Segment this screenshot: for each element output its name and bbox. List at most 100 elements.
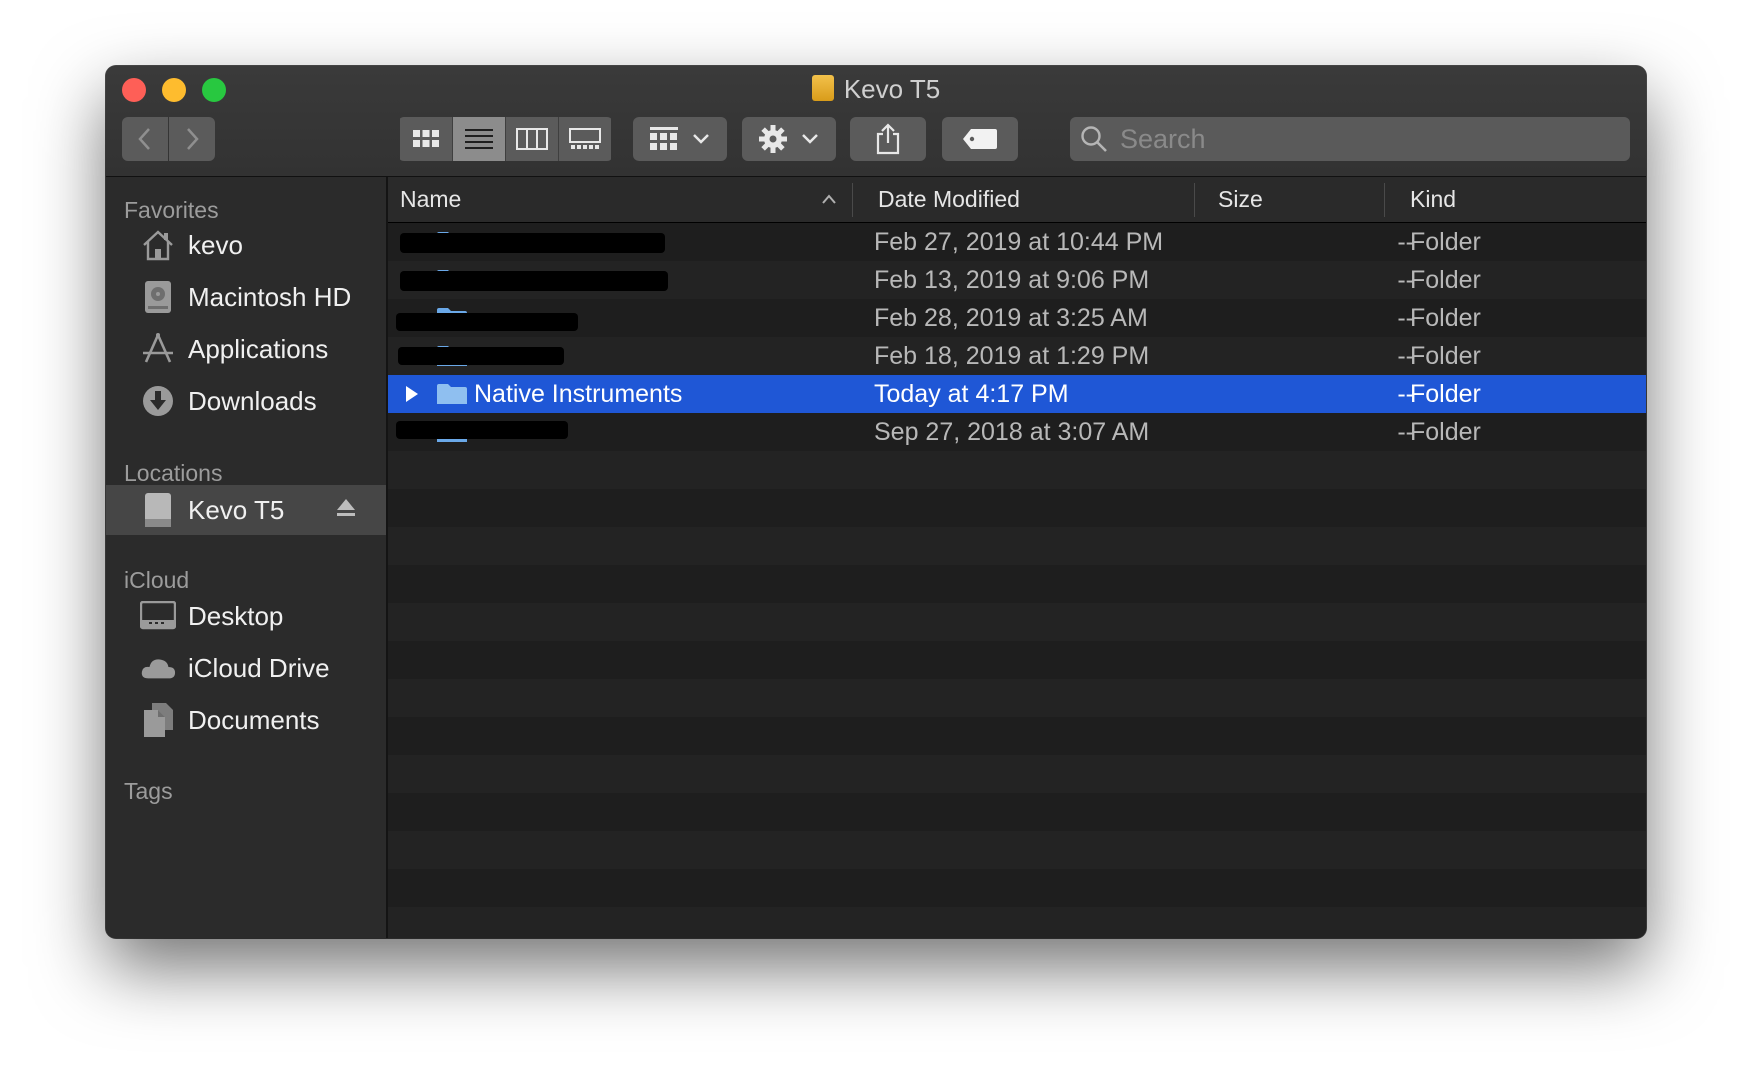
eject-icon[interactable] bbox=[336, 495, 356, 526]
file-date: Feb 28, 2019 at 3:25 AM bbox=[874, 303, 1148, 332]
list-header: Name Date Modified Size Kind bbox=[388, 177, 1646, 223]
table-row[interactable]: Feb 13, 2019 at 9:06 PM -- Folder bbox=[388, 261, 1646, 299]
redaction-mark bbox=[398, 347, 564, 365]
sidebar-item-label: Downloads bbox=[188, 385, 317, 416]
file-kind: Folder bbox=[1410, 379, 1481, 408]
table-row[interactable]: Feb 18, 2019 at 1:29 PM -- Folder bbox=[388, 337, 1646, 375]
tag-button[interactable] bbox=[942, 117, 1018, 161]
redaction-mark bbox=[400, 271, 668, 291]
empty-row bbox=[388, 641, 1646, 679]
list-icon bbox=[465, 129, 493, 149]
column-view-button[interactable] bbox=[506, 117, 559, 161]
downloads-icon bbox=[140, 383, 176, 419]
list-rows: Feb 27, 2019 at 10:44 PM -- Folder Feb 1… bbox=[388, 223, 1646, 938]
external-drive-icon bbox=[140, 492, 176, 528]
forward-button[interactable] bbox=[169, 117, 215, 161]
window-title: Kevo T5 bbox=[106, 74, 1646, 105]
sidebar-item-label: Desktop bbox=[188, 600, 284, 631]
sidebar-item-documents[interactable]: Documents bbox=[106, 697, 386, 743]
empty-row bbox=[388, 603, 1646, 641]
chevron-down-icon bbox=[693, 134, 709, 144]
empty-row bbox=[388, 793, 1646, 831]
list-view-button[interactable] bbox=[453, 117, 506, 161]
action-menu-button[interactable] bbox=[742, 117, 836, 161]
file-kind: Folder bbox=[1410, 265, 1481, 294]
empty-row bbox=[388, 755, 1646, 793]
external-drive-icon bbox=[811, 75, 834, 101]
gallery-view-button[interactable] bbox=[559, 117, 611, 161]
gear-icon bbox=[759, 125, 787, 153]
folder-icon bbox=[436, 375, 468, 413]
sidebar-item-label: Documents bbox=[188, 704, 320, 735]
cloud-icon bbox=[140, 650, 176, 686]
sidebar-item-macintosh-hd[interactable]: Macintosh HD bbox=[106, 274, 386, 320]
file-size: -- bbox=[1397, 303, 1414, 332]
documents-icon bbox=[140, 702, 176, 738]
file-date: Sep 27, 2018 at 3:07 AM bbox=[874, 417, 1150, 446]
chevron-down-icon bbox=[802, 134, 818, 144]
column-header-size[interactable]: Size bbox=[1218, 177, 1368, 222]
sidebar-item-desktop[interactable]: Desktop bbox=[106, 593, 386, 639]
file-size: -- bbox=[1397, 341, 1414, 370]
sidebar-item-kevo[interactable]: kevo bbox=[106, 222, 386, 268]
columns-icon bbox=[516, 128, 548, 150]
column-header-date[interactable]: Date Modified bbox=[878, 177, 1178, 222]
chevron-left-icon bbox=[138, 128, 150, 150]
sidebar-item-label: Kevo T5 bbox=[188, 494, 285, 525]
column-header-name[interactable]: Name bbox=[400, 177, 800, 222]
empty-row bbox=[388, 869, 1646, 907]
redaction-mark bbox=[396, 313, 578, 331]
sidebar: Favorites kevo Macintosh HD Applications… bbox=[106, 177, 388, 938]
applications-icon bbox=[140, 331, 176, 367]
column-header-date-label: Date Modified bbox=[878, 186, 1020, 212]
sidebar-item-label: Macintosh HD bbox=[188, 281, 352, 312]
sidebar-item-icloud-drive[interactable]: iCloud Drive bbox=[106, 645, 386, 691]
column-header-kind-label: Kind bbox=[1410, 186, 1457, 212]
sidebar-section-favorites: Favorites bbox=[124, 197, 219, 223]
search-icon bbox=[1081, 126, 1107, 152]
empty-row bbox=[388, 907, 1646, 938]
column-header-kind[interactable]: Kind bbox=[1410, 177, 1610, 222]
search-input[interactable] bbox=[1118, 122, 1602, 156]
table-row[interactable]: Sep 27, 2018 at 3:07 AM -- Folder bbox=[388, 413, 1646, 451]
icon-view-button[interactable] bbox=[400, 117, 453, 161]
sidebar-section-icloud: iCloud bbox=[124, 567, 190, 593]
file-kind: Folder bbox=[1410, 303, 1481, 332]
file-list: Name Date Modified Size Kind Feb 27, 201… bbox=[388, 177, 1646, 938]
empty-row bbox=[388, 831, 1646, 869]
empty-row bbox=[388, 717, 1646, 755]
share-icon bbox=[876, 123, 900, 155]
file-name: Native Instruments bbox=[474, 379, 683, 408]
empty-row bbox=[388, 489, 1646, 527]
sidebar-item-kevo-t5[interactable]: Kevo T5 bbox=[106, 485, 386, 535]
sort-ascending-icon bbox=[822, 194, 836, 204]
redaction-mark bbox=[396, 421, 568, 439]
gallery-icon bbox=[569, 128, 601, 149]
home-icon bbox=[140, 227, 176, 263]
share-button[interactable] bbox=[850, 117, 926, 161]
table-row[interactable]: Feb 28, 2019 at 3:25 AM -- Folder bbox=[388, 299, 1646, 337]
disclosure-triangle-icon[interactable] bbox=[404, 375, 420, 413]
sidebar-item-label: kevo bbox=[188, 229, 243, 260]
empty-row bbox=[388, 565, 1646, 603]
column-header-size-label: Size bbox=[1218, 186, 1263, 212]
back-button[interactable] bbox=[122, 117, 168, 161]
finder-window: Kevo T5 Search Favorites kevo Macintosh … bbox=[106, 66, 1646, 938]
desktop-icon bbox=[140, 598, 176, 634]
file-size: -- bbox=[1397, 379, 1414, 408]
sidebar-item-downloads[interactable]: Downloads bbox=[106, 378, 386, 424]
icon-grid-icon bbox=[413, 130, 439, 147]
file-kind: Folder bbox=[1410, 417, 1481, 446]
hard-drive-icon bbox=[140, 279, 176, 315]
window-title-text: Kevo T5 bbox=[843, 74, 941, 104]
table-row-selected[interactable]: Native Instruments Today at 4:17 PM -- F… bbox=[388, 375, 1646, 413]
table-row[interactable]: Feb 27, 2019 at 10:44 PM -- Folder bbox=[388, 223, 1646, 261]
sidebar-item-applications[interactable]: Applications bbox=[106, 326, 386, 372]
empty-row bbox=[388, 451, 1646, 489]
chevron-right-icon bbox=[187, 128, 199, 150]
group-by-button[interactable] bbox=[633, 117, 727, 161]
empty-row bbox=[388, 527, 1646, 565]
search-field[interactable] bbox=[1070, 117, 1630, 161]
tag-icon bbox=[963, 129, 997, 149]
file-kind: Folder bbox=[1410, 227, 1481, 256]
